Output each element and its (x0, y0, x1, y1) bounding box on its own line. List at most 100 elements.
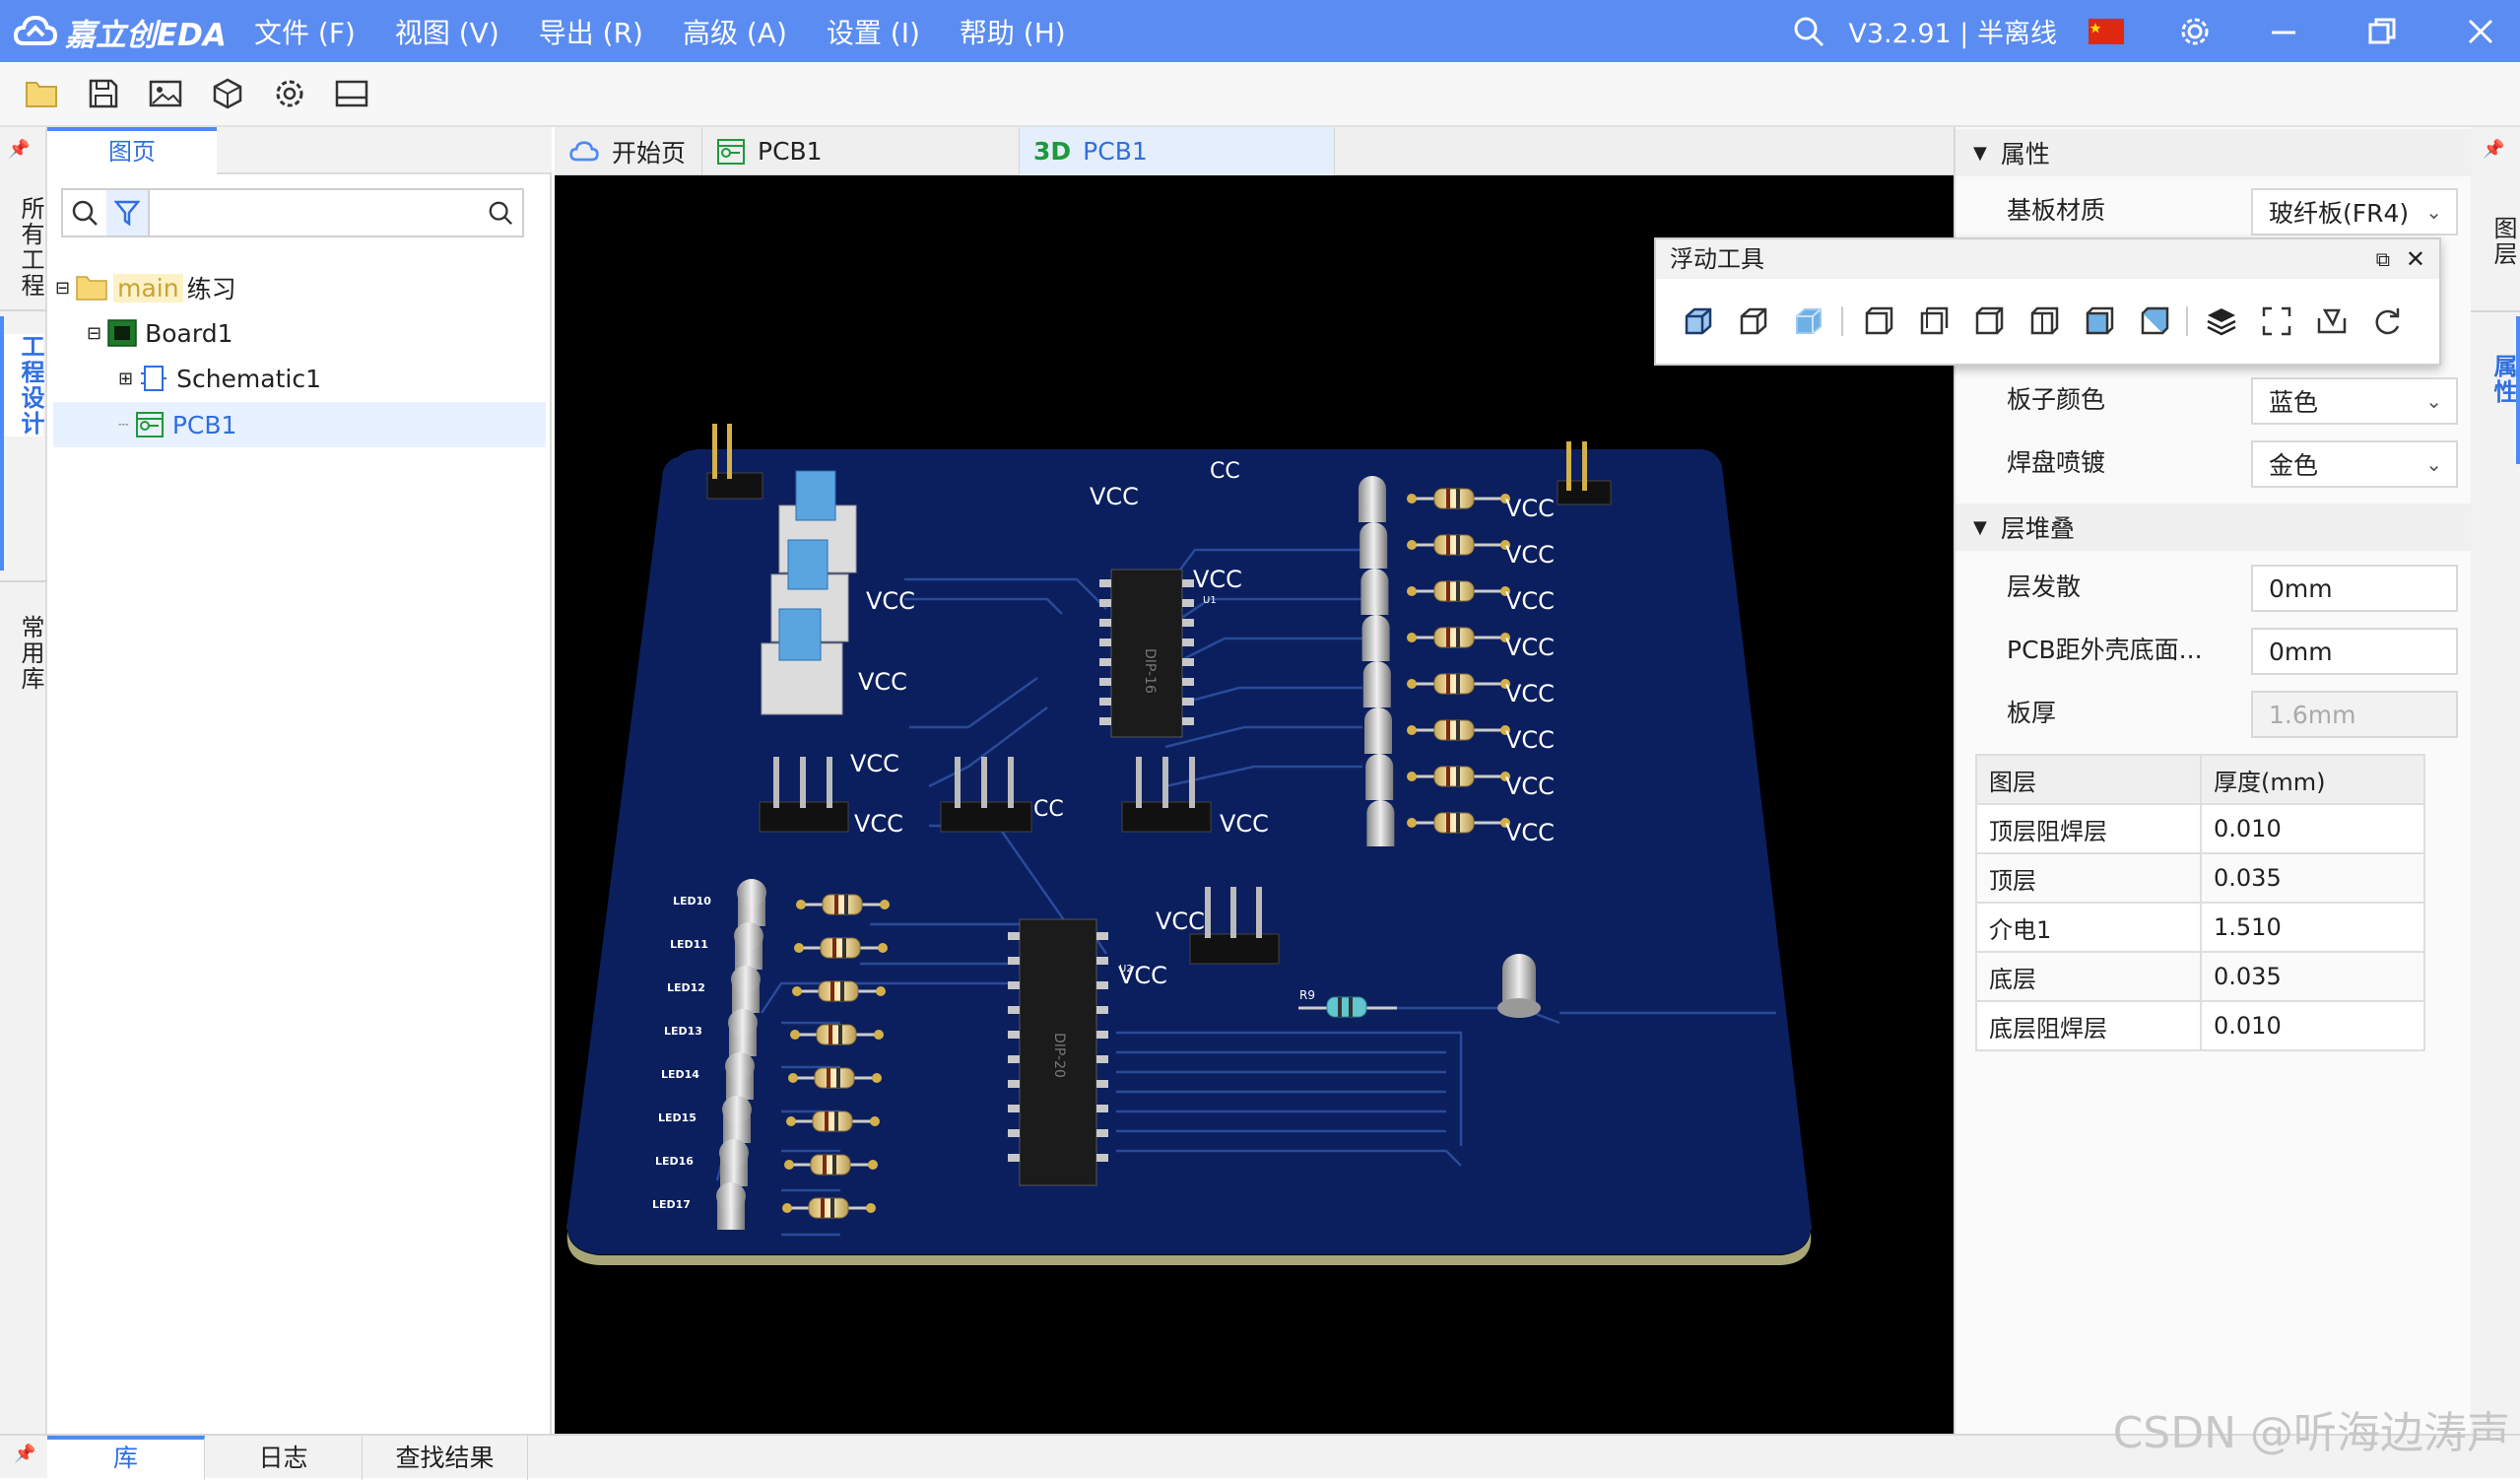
search-input[interactable] (150, 191, 479, 235)
fullscreen-icon[interactable] (2249, 297, 2304, 346)
expand-icon[interactable]: ⊞ (118, 369, 133, 389)
tree-item-schematic[interactable]: ⊞ Schematic1 (118, 356, 321, 401)
board-color-select[interactable]: 蓝色 ⌄ (2251, 377, 2458, 425)
substrate-label: 基板材质 (2007, 196, 2106, 225)
pcb-icon (717, 138, 745, 165)
view-iso-white-icon[interactable] (1725, 297, 1780, 346)
menu-help[interactable]: 帮助 (H) (960, 12, 1066, 51)
close-icon[interactable]: ✕ (2406, 239, 2425, 279)
table-row[interactable]: 顶层阻焊层 0.010 (1975, 803, 2425, 854)
save-icon[interactable] (72, 68, 134, 119)
menu-advanced[interactable]: 高级 (A) (683, 12, 787, 51)
restore-icon[interactable] (2353, 0, 2412, 62)
pin-icon[interactable]: 📌 (2483, 139, 2504, 160)
collapse-triangle-icon: ▼ (1973, 516, 1987, 538)
layers-icon[interactable] (2194, 297, 2249, 346)
pcb-distance-value: 0mm (2269, 637, 2333, 666)
export-image-icon[interactable] (2304, 297, 2359, 346)
pcb-distance-input[interactable]: 0mm (2251, 628, 2458, 675)
view-bottom-icon[interactable] (2125, 297, 2180, 346)
pad-plating-select[interactable]: 金色 ⌄ (2251, 440, 2458, 488)
search-icon[interactable] (1779, 0, 1838, 62)
view-front-icon[interactable] (1849, 297, 1904, 346)
vcc-label: VCC (858, 668, 907, 696)
separator (2186, 306, 2188, 336)
view-iso-blue-icon[interactable] (1670, 297, 1725, 346)
board-thickness-input: 1.6mm (2251, 691, 2458, 738)
led (1366, 800, 1395, 846)
settings-icon[interactable] (258, 68, 320, 119)
tab-pcb1[interactable]: PCB1 (702, 127, 1020, 175)
table-row[interactable]: 介电1 1.510 (1975, 902, 2425, 953)
gear-icon[interactable] (2165, 0, 2224, 62)
svg-text:DIP-20: DIP-20 (1051, 1033, 1067, 1078)
board-thickness-value: 1.6mm (2269, 700, 2356, 729)
tab-label: PCB1 (1083, 137, 1148, 166)
china-flag-icon[interactable] (2077, 0, 2136, 62)
vcc-label: VCC (1505, 819, 1555, 846)
led (1362, 661, 1391, 707)
pad-plating-value: 金色 (2269, 451, 2319, 480)
table-row[interactable]: 底层 0.035 (1975, 951, 2425, 1002)
tab-3d-pcb1[interactable]: 3D PCB1 (1020, 127, 1335, 175)
tab-pages[interactable]: 图页 (47, 127, 217, 174)
tab-start-page[interactable]: 开始页 (555, 127, 702, 175)
toolbar (0, 62, 2520, 127)
menu-export[interactable]: 导出 (R) (539, 12, 643, 51)
floating-tools-header[interactable]: 浮动工具 ⧉ ✕ (1656, 239, 2439, 279)
section-properties-header[interactable]: ▼ 属性 (1956, 129, 2473, 176)
section-stack-header[interactable]: ▼ 层堆叠 (1956, 504, 2473, 551)
tab-all-projects[interactable]: 所有工程 (4, 196, 44, 299)
cell-layer: 底层 (1975, 951, 2202, 1002)
search-submit-icon[interactable] (479, 200, 522, 226)
refresh-icon[interactable] (2359, 297, 2415, 346)
pin-icon[interactable]: 📌 (8, 139, 30, 160)
tab-properties[interactable]: 属性 (2477, 354, 2517, 405)
minimize-icon[interactable] (2254, 0, 2313, 62)
pin-icon[interactable]: 📌 (14, 1444, 35, 1464)
led (737, 879, 766, 926)
collapse-icon[interactable]: ⊟ (55, 278, 70, 299)
led (722, 1096, 752, 1143)
tab-common-library[interactable]: 常用库 (4, 615, 44, 692)
table-row[interactable]: 底层阻焊层 0.010 (1975, 1000, 2425, 1051)
tab-label: PCB1 (758, 137, 823, 166)
search-icon[interactable] (63, 199, 106, 227)
layer-spread-input[interactable]: 0mm (2251, 565, 2458, 612)
view-top-icon[interactable] (2070, 297, 2125, 346)
tab-library[interactable]: 库 (47, 1436, 205, 1480)
tree-item-project[interactable]: ⊟ main 练习 (55, 265, 236, 310)
menu-view[interactable]: 视图 (V) (395, 12, 499, 51)
tab-layers[interactable]: 图层 (2477, 216, 2517, 267)
divider (0, 309, 47, 311)
tab-log[interactable]: 日志 (205, 1436, 363, 1480)
led-label: LED15 (658, 1111, 696, 1124)
floating-tools-window[interactable]: 浮动工具 ⧉ ✕ (1654, 237, 2441, 366)
view-left-icon[interactable] (1959, 297, 2015, 346)
tree-item-pcb[interactable]: ┄ PCB1 (53, 402, 546, 447)
table-row[interactable]: 顶层 0.035 (1975, 852, 2425, 904)
collapse-icon[interactable]: ⊟ (87, 323, 101, 344)
popout-icon[interactable]: ⧉ (2376, 239, 2390, 279)
menu-file[interactable]: 文件 (F) (254, 12, 356, 51)
panel-toggle-icon[interactable] (320, 68, 382, 119)
image-icon[interactable] (134, 68, 196, 119)
close-icon[interactable] (2451, 0, 2510, 62)
view-iso-solid-icon[interactable] (1780, 297, 1835, 346)
section-title: 层堆叠 (2000, 514, 2075, 543)
tree-project-label: 练习 (186, 275, 236, 303)
substrate-select[interactable]: 玻纤板(FR4) ⌄ (2251, 188, 2458, 235)
tree-item-board[interactable]: ⊟ Board1 (87, 310, 232, 356)
open-folder-icon[interactable] (10, 68, 72, 119)
filter-icon[interactable] (106, 190, 150, 235)
tab-search-results[interactable]: 查找结果 (363, 1436, 528, 1480)
view-back-icon[interactable] (1904, 297, 1959, 346)
panel-tabs: 图页 (47, 127, 552, 174)
vcc-label: VCC (1505, 495, 1555, 522)
view-right-icon[interactable] (2015, 297, 2070, 346)
tab-project-design[interactable]: 工程设计 (4, 334, 44, 437)
menu-settings[interactable]: 设置 (I) (827, 12, 920, 51)
3d-model-icon[interactable] (196, 68, 258, 119)
app-name: 嘉立创EDA (65, 17, 227, 53)
r9-label: R9 (1299, 988, 1315, 1002)
